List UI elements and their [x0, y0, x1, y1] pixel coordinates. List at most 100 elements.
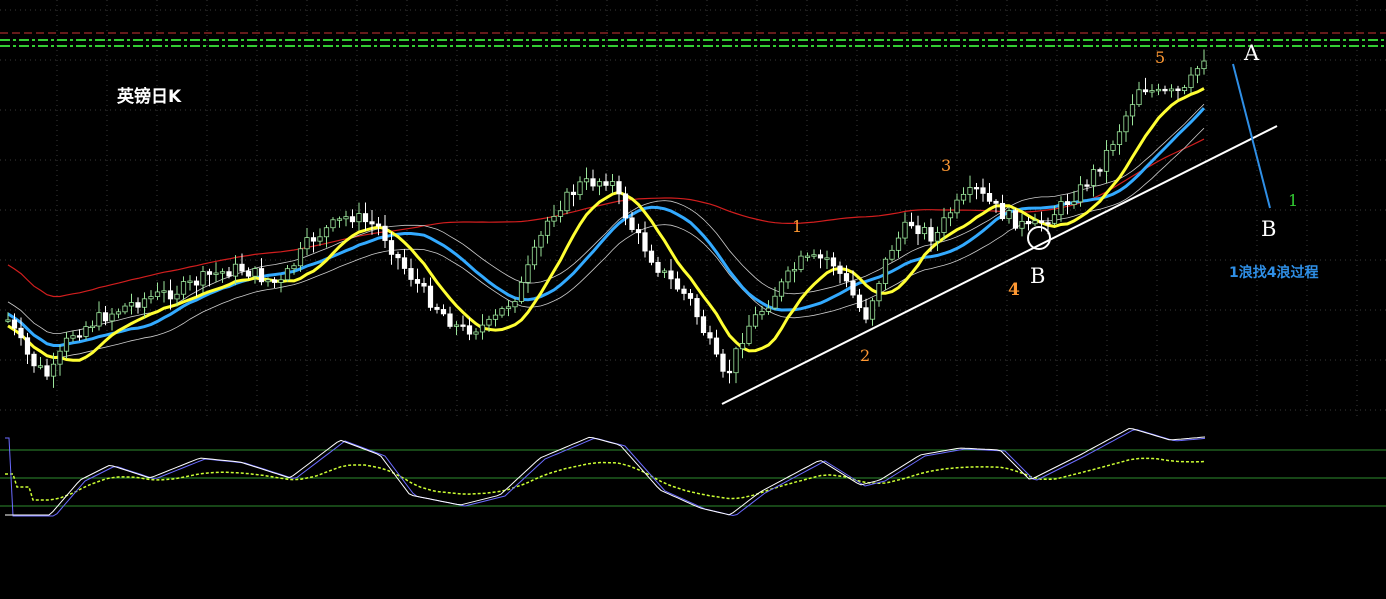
candle-body	[668, 270, 674, 280]
candle-body	[1045, 222, 1051, 225]
candle-body	[1116, 131, 1123, 145]
candle-body	[648, 250, 655, 263]
candle-body	[544, 220, 551, 236]
candle-body	[720, 353, 726, 372]
candle-body	[505, 306, 512, 310]
candle-body	[187, 280, 193, 283]
candle-body	[609, 181, 616, 186]
candle-body	[50, 363, 57, 377]
candle-body	[1123, 115, 1129, 133]
candle-body	[791, 269, 798, 272]
candle-body	[57, 350, 63, 365]
candle-body	[206, 271, 213, 275]
candle-body	[473, 331, 479, 335]
candle-body	[928, 227, 934, 242]
candle-body	[1136, 89, 1142, 106]
candle-body	[427, 285, 434, 308]
candle-body	[460, 324, 466, 327]
candle-body	[76, 335, 83, 338]
candle-body	[1162, 88, 1168, 92]
candle-body	[408, 268, 414, 280]
candle-body	[921, 227, 928, 235]
candle-body	[486, 318, 492, 326]
wave-note: 1浪找4浪过程	[1229, 264, 1318, 281]
candle-body	[876, 283, 882, 302]
candle-body	[96, 312, 102, 327]
candle-body	[1129, 104, 1136, 117]
candle-body	[122, 305, 128, 313]
candle-body	[271, 279, 278, 283]
candle-body	[967, 187, 973, 195]
candle-body	[1012, 210, 1019, 229]
candle-body	[63, 337, 70, 352]
candle-body	[863, 307, 869, 320]
candle-body	[1201, 60, 1207, 70]
candle-body	[882, 258, 889, 284]
candle-body	[512, 301, 518, 308]
candle-body	[616, 181, 622, 195]
candle-body	[635, 229, 642, 234]
wave-label-4: 4	[1008, 280, 1020, 300]
candle-body	[148, 296, 154, 300]
candle-body	[694, 298, 700, 318]
candle-body	[167, 290, 174, 300]
candle-body	[219, 271, 226, 274]
candle-body	[375, 223, 382, 227]
candle-body	[291, 265, 297, 270]
candle-body	[583, 178, 590, 183]
candle-body	[421, 282, 427, 287]
candle-body	[239, 263, 245, 272]
candle-body	[434, 306, 440, 310]
candle-body	[1142, 89, 1149, 93]
wave-label-3: 3	[941, 156, 951, 175]
candle-body	[1077, 184, 1084, 203]
candle-body	[1006, 210, 1012, 220]
candle-body	[1025, 220, 1032, 225]
candle-body	[1175, 88, 1181, 91]
candle-body	[369, 221, 375, 225]
candle-body	[37, 365, 44, 368]
candle-body	[466, 325, 473, 335]
candle-body	[356, 213, 362, 223]
candle-body	[687, 293, 694, 299]
candle-body	[174, 293, 180, 300]
candle-body	[492, 314, 499, 320]
candle-body	[44, 365, 50, 377]
candle-body	[304, 237, 310, 250]
candle-body	[902, 221, 908, 239]
candle-body	[765, 307, 772, 312]
candle-body	[200, 271, 206, 286]
candle-body	[1155, 88, 1162, 92]
candle-body	[746, 325, 752, 344]
candle-body	[551, 216, 557, 222]
candle-body	[330, 219, 336, 229]
candle-body	[362, 213, 369, 223]
candle-body	[382, 225, 388, 241]
candle-body	[713, 337, 720, 355]
candle-body	[954, 199, 960, 214]
candle-body	[603, 181, 609, 186]
candle-body	[811, 254, 817, 257]
point-label-b-right: B	[1261, 217, 1276, 241]
candle-body	[193, 280, 200, 286]
candle-body	[83, 326, 89, 337]
candle-body	[707, 332, 713, 339]
candle-body	[31, 353, 37, 367]
candle-body	[297, 248, 304, 267]
candle-body	[642, 232, 648, 252]
candle-body	[980, 187, 986, 194]
candle-body	[798, 255, 804, 270]
side-count-label: 1	[1288, 191, 1298, 210]
candle-body	[778, 281, 785, 297]
candle-body	[414, 279, 421, 284]
candle-body	[1038, 220, 1045, 224]
candle-body	[89, 325, 96, 328]
candle-body	[1032, 220, 1038, 225]
candle-body	[525, 264, 531, 283]
candle-body	[947, 212, 954, 219]
chart-title: 英镑日K	[117, 86, 182, 107]
candle-body	[245, 270, 252, 277]
candle-body	[1071, 201, 1077, 206]
candle-body	[265, 279, 271, 283]
candle-body	[518, 281, 525, 302]
